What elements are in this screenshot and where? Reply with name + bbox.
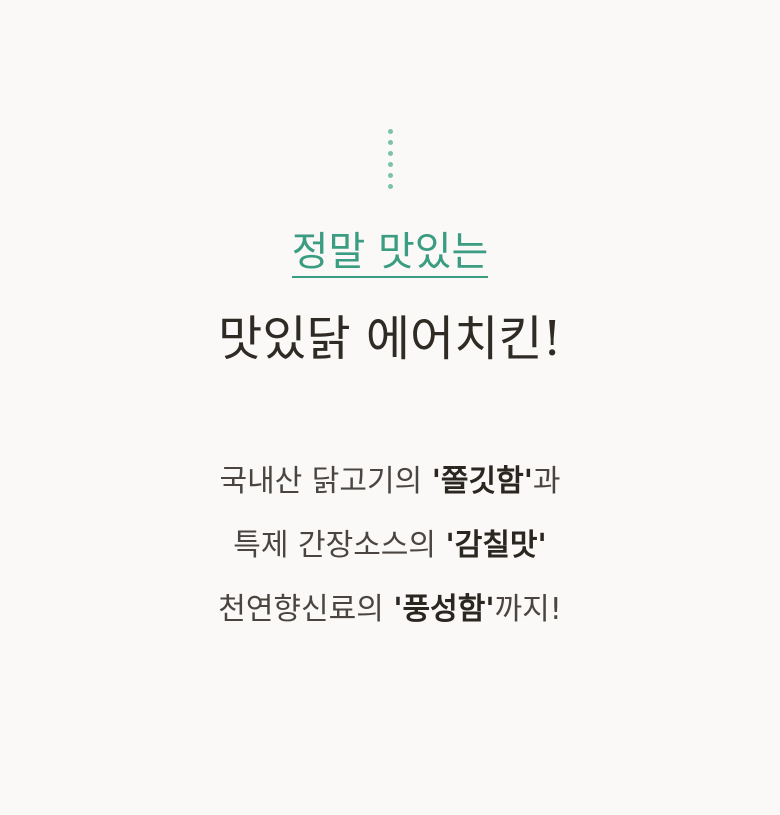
divider-dot bbox=[387, 162, 393, 167]
description-emphasis: '풍성함' bbox=[393, 592, 495, 627]
divider-dot bbox=[387, 140, 393, 145]
description-emphasis: '쫄깃함' bbox=[431, 464, 533, 499]
description-text: 과 bbox=[532, 464, 561, 499]
divider-dot bbox=[387, 184, 393, 189]
divider-dot bbox=[387, 173, 393, 178]
description-text: 까지! bbox=[494, 592, 562, 627]
description-text: 천연향신료의 bbox=[218, 592, 394, 627]
description-emphasis: '감칠맛' bbox=[445, 528, 547, 563]
description-block: 국내산 닭고기의 '쫄깃함'과 특제 간장소스의 '감칠맛' 천연향신료의 '풍… bbox=[0, 450, 780, 642]
page-title: 맛있닭 에어치킨! bbox=[218, 311, 562, 367]
vertical-dot-divider bbox=[386, 129, 394, 195]
divider-dot bbox=[387, 129, 393, 134]
description-text: 국내산 닭고기의 bbox=[219, 464, 432, 499]
page-subtitle-text: 정말 맛있는 bbox=[291, 229, 489, 278]
divider-dot bbox=[387, 151, 393, 156]
description-line: 특제 간장소스의 '감칠맛' bbox=[0, 514, 780, 578]
description-text: 특제 간장소스의 bbox=[233, 528, 446, 563]
page-subtitle: 정말 맛있는 bbox=[0, 224, 780, 280]
description-line: 국내산 닭고기의 '쫄깃함'과 bbox=[0, 450, 780, 514]
description-line: 천연향신료의 '풍성함'까지! bbox=[0, 578, 780, 642]
